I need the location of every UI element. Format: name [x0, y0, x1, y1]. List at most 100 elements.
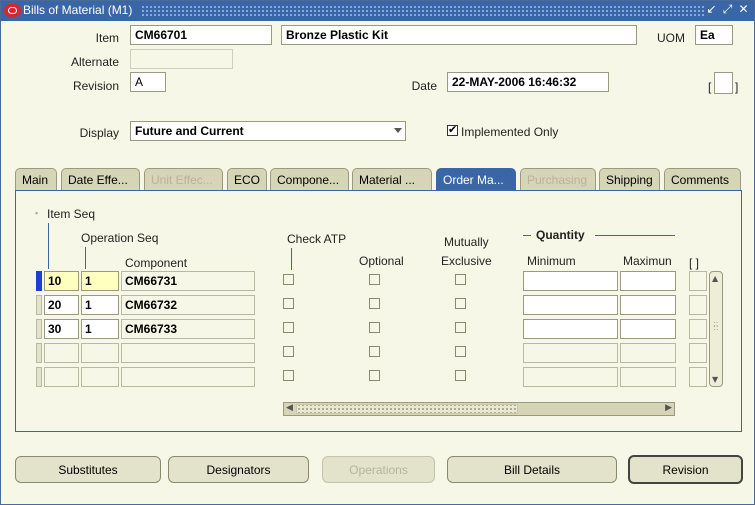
uom-label: UOM [657, 31, 685, 45]
row-flexfield-cell[interactable] [689, 319, 707, 339]
mutually-exclusive-checkbox[interactable] [455, 298, 466, 309]
check-atp-checkbox[interactable] [283, 274, 294, 285]
horizontal-scrollbar[interactable]: ◀ ▶ [283, 402, 675, 416]
optional-checkbox[interactable] [369, 370, 380, 381]
item-seq-cell[interactable]: 10 [44, 271, 79, 291]
maximum-cell[interactable] [620, 319, 676, 339]
check-atp-checkbox[interactable] [283, 346, 294, 357]
maximize-icon[interactable]: ⤢ [721, 2, 734, 17]
op-seq-cell[interactable]: 1 [81, 271, 119, 291]
tab-date-effectivity[interactable]: Date Effe... [61, 168, 140, 190]
close-icon[interactable]: ✕ [737, 2, 750, 17]
implemented-only-checkbox[interactable] [447, 123, 458, 136]
component-header: Component [125, 256, 188, 270]
component-cell[interactable]: CM66731 [121, 271, 255, 291]
tab-order-management[interactable]: Order Ma... [436, 168, 516, 190]
optional-checkbox[interactable] [369, 322, 380, 333]
minimize-icon[interactable]: ↙ [705, 2, 718, 17]
op-seq-cell[interactable]: 1 [81, 319, 119, 339]
scroll-up-icon[interactable]: ▲ [712, 274, 718, 283]
minimum-cell[interactable] [523, 295, 618, 315]
component-cell[interactable]: CM66732 [121, 295, 255, 315]
tab-eco[interactable]: ECO [227, 168, 267, 190]
tab-main[interactable]: Main [15, 168, 57, 190]
item-seq-cell[interactable]: 30 [44, 319, 79, 339]
item-description-field[interactable]: Bronze Plastic Kit [281, 25, 637, 45]
quantity-rule-left [523, 235, 531, 236]
row-flexfield-cell[interactable] [689, 367, 707, 387]
scroll-left-icon[interactable]: ◀ [286, 403, 293, 413]
window-title: Bills of Material (M1) [23, 3, 133, 17]
optional-checkbox[interactable] [369, 298, 380, 309]
tab-material-control[interactable]: Material ... [352, 168, 432, 190]
mutually-exclusive-checkbox[interactable] [455, 346, 466, 357]
quantity-header: Quantity [536, 228, 585, 242]
maximum-cell[interactable] [620, 367, 676, 387]
revision-field[interactable]: A [130, 72, 166, 92]
maximum-cell[interactable] [620, 271, 676, 291]
row-indicator[interactable] [36, 295, 42, 315]
scroll-right-icon[interactable]: ▶ [665, 403, 672, 413]
check-atp-checkbox[interactable] [283, 370, 294, 381]
tab-components[interactable]: Compone... [270, 168, 349, 190]
exclusive-header: Exclusive [441, 254, 492, 268]
tab-comments[interactable]: Comments [664, 168, 741, 190]
designators-button[interactable]: Designators [168, 456, 309, 483]
revision-button[interactable]: Revision [628, 455, 743, 484]
tab-unit-effectivity[interactable]: Unit Effec... [144, 168, 223, 190]
tab-purchasing[interactable]: Purchasing [520, 168, 596, 190]
scroll-grip-icon[interactable]: :::: [713, 320, 718, 332]
op-seq-cell[interactable] [81, 367, 119, 387]
op-seq-cell[interactable]: 1 [81, 295, 119, 315]
minimum-cell[interactable] [523, 343, 618, 363]
chevron-down-icon [394, 128, 402, 133]
component-cell[interactable]: CM66733 [121, 319, 255, 339]
row-indicator[interactable] [36, 319, 42, 339]
check-atp-checkbox[interactable] [283, 322, 294, 333]
op-seq-cell[interactable] [81, 343, 119, 363]
date-field[interactable]: 22-MAY-2006 16:46:32 [447, 72, 609, 92]
row-flexfield-cell[interactable] [689, 295, 707, 315]
alternate-field[interactable] [130, 49, 233, 69]
display-select[interactable]: Future and Current [130, 121, 406, 141]
check-atp-header: Check ATP [287, 232, 347, 246]
mutually-exclusive-checkbox[interactable] [455, 274, 466, 285]
component-cell[interactable] [121, 367, 255, 387]
optional-checkbox[interactable] [369, 346, 380, 357]
row-indicator[interactable] [36, 343, 42, 363]
row-flexfield-cell[interactable] [689, 271, 707, 291]
item-seq-cell[interactable] [44, 343, 79, 363]
item-seq-marker: ▪ [35, 208, 39, 218]
maximum-cell[interactable] [620, 295, 676, 315]
display-select-value: Future and Current [135, 124, 244, 138]
operations-button[interactable]: Operations [322, 456, 435, 483]
implemented-only-label: Implemented Only [461, 125, 559, 139]
item-seq-cell[interactable]: 20 [44, 295, 79, 315]
uom-field[interactable]: Ea [695, 25, 733, 45]
minimum-cell[interactable] [523, 319, 618, 339]
item-seq-cell[interactable] [44, 367, 79, 387]
item-field[interactable]: CM66701 [130, 25, 272, 45]
horizontal-scroll-thumb[interactable] [296, 404, 518, 414]
scroll-down-icon[interactable]: ▼ [712, 375, 718, 384]
vertical-scrollbar[interactable]: ▲ :::: ▼ [709, 271, 723, 387]
maximum-cell[interactable] [620, 343, 676, 363]
row-indicator[interactable] [36, 367, 42, 387]
title-bar[interactable]: Bills of Material (M1) ↙ ⤢ ✕ [1, 1, 754, 21]
component-cell[interactable] [121, 343, 255, 363]
date-label: Date [411, 79, 437, 93]
mutually-exclusive-checkbox[interactable] [455, 370, 466, 381]
minimum-cell[interactable] [523, 271, 618, 291]
substitutes-button[interactable]: Substitutes [15, 456, 161, 483]
descriptive-flexfield[interactable] [714, 72, 733, 94]
mutually-exclusive-checkbox[interactable] [455, 322, 466, 333]
row-flexfield-cell[interactable] [689, 343, 707, 363]
minimum-cell[interactable] [523, 367, 618, 387]
bill-details-button[interactable]: Bill Details [447, 456, 617, 483]
check-atp-checkbox[interactable] [283, 298, 294, 309]
title-bar-pattern [141, 5, 704, 16]
tab-shipping[interactable]: Shipping [599, 168, 660, 190]
row-indicator-current[interactable] [36, 271, 42, 291]
optional-checkbox[interactable] [369, 274, 380, 285]
revision-label: Revision [72, 79, 119, 93]
